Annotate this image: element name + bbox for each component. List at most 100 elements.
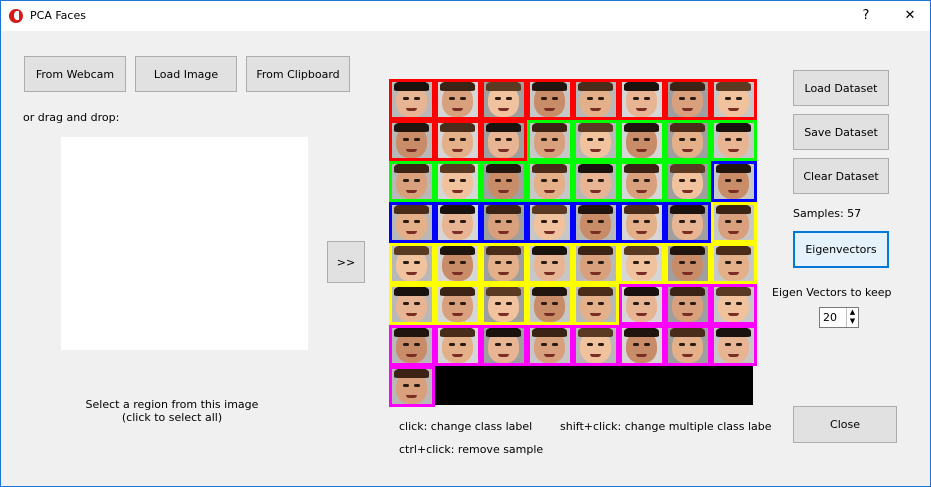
face-sample[interactable] [389,243,435,284]
face-sample[interactable] [527,243,573,284]
ctrl-click-hint: ctrl+click: remove sample [399,443,544,456]
face-sample[interactable] [435,79,481,120]
face-hair [394,246,429,255]
face-sample[interactable] [665,161,711,202]
face-sample[interactable] [619,243,665,284]
face-sample[interactable] [527,284,573,325]
face-hair [578,82,613,91]
face-sample[interactable] [619,202,665,243]
face-sample[interactable] [711,325,757,366]
face-hair [716,123,751,132]
face-sample[interactable] [481,284,527,325]
face-sample[interactable] [619,161,665,202]
face-sample[interactable] [435,120,481,161]
face-sample[interactable] [389,79,435,120]
spin-arrows[interactable]: ▲ ▼ [846,308,858,327]
face-sample[interactable] [619,325,665,366]
face-sample[interactable] [573,243,619,284]
face-sample[interactable] [481,243,527,284]
face-sample[interactable] [619,284,665,325]
face-hair [532,82,567,91]
face-mouth [498,108,509,111]
face-sample[interactable] [573,202,619,243]
face-eye [414,384,420,387]
close-button[interactable]: Close [793,406,897,443]
face-eye [506,261,512,264]
face-sample[interactable] [389,161,435,202]
from-clipboard-button[interactable]: From Clipboard [246,56,350,92]
face-sample[interactable] [481,120,527,161]
face-sample[interactable] [711,79,757,120]
face-sample[interactable] [665,202,711,243]
face-eye [598,220,604,223]
dataset-grid[interactable] [389,79,757,407]
close-window-button[interactable]: ✕ [896,7,924,25]
face-mouth [636,231,647,234]
load-image-button[interactable]: Load Image [135,56,237,92]
face-mouth [406,108,417,111]
samples-count: Samples: 57 [793,207,862,220]
face-sample[interactable] [573,325,619,366]
face-hair [716,246,751,255]
face-sample[interactable] [481,161,527,202]
face-sample[interactable] [389,284,435,325]
face-sample[interactable] [481,79,527,120]
from-webcam-button[interactable]: From Webcam [24,56,126,92]
face-eye [598,179,604,182]
face-sample[interactable] [619,120,665,161]
face-mouth [544,231,555,234]
face-sample[interactable] [389,366,435,407]
face-sample[interactable] [573,79,619,120]
face-hair [578,164,613,173]
face-sample[interactable] [619,79,665,120]
face-sample[interactable] [389,325,435,366]
face-eye [587,179,593,182]
face-eye [598,138,604,141]
add-sample-button[interactable]: >> [327,241,365,283]
clear-dataset-button[interactable]: Clear Dataset [793,158,889,194]
load-dataset-button[interactable]: Load Dataset [793,70,889,106]
face-sample[interactable] [665,325,711,366]
eigenvectors-button[interactable]: Eigenvectors [793,231,889,268]
face-sample[interactable] [481,325,527,366]
face-sample[interactable] [527,161,573,202]
face-hair [394,82,429,91]
face-sample[interactable] [711,120,757,161]
face-sample[interactable] [389,202,435,243]
face-sample[interactable] [573,161,619,202]
face-eye [690,261,696,264]
face-sample[interactable] [435,202,481,243]
help-button[interactable]: ? [852,7,880,25]
spin-up-icon[interactable]: ▲ [847,308,858,317]
save-dataset-button[interactable]: Save Dataset [793,114,889,150]
face-sample[interactable] [665,284,711,325]
face-sample[interactable] [527,202,573,243]
face-eye [598,97,604,100]
face-eye [495,138,501,141]
face-sample[interactable] [573,284,619,325]
face-sample[interactable] [435,161,481,202]
face-sample[interactable] [711,243,757,284]
spin-down-icon[interactable]: ▼ [847,317,858,326]
face-eye [460,343,466,346]
face-eye [403,302,409,305]
face-sample[interactable] [435,284,481,325]
face-sample[interactable] [711,161,757,202]
face-sample[interactable] [665,120,711,161]
face-sample[interactable] [389,120,435,161]
face-sample[interactable] [665,243,711,284]
eigen-keep-spinbox[interactable]: 20 ▲ ▼ [819,307,859,328]
face-sample[interactable] [665,79,711,120]
face-sample[interactable] [527,325,573,366]
face-mouth [590,313,601,316]
face-sample[interactable] [435,325,481,366]
eigen-keep-value[interactable]: 20 [823,311,837,324]
face-sample[interactable] [435,243,481,284]
face-sample[interactable] [527,120,573,161]
face-sample[interactable] [711,202,757,243]
face-sample[interactable] [711,284,757,325]
image-drop-area[interactable] [61,137,308,350]
face-sample[interactable] [573,120,619,161]
face-sample[interactable] [481,202,527,243]
face-sample[interactable] [527,79,573,120]
